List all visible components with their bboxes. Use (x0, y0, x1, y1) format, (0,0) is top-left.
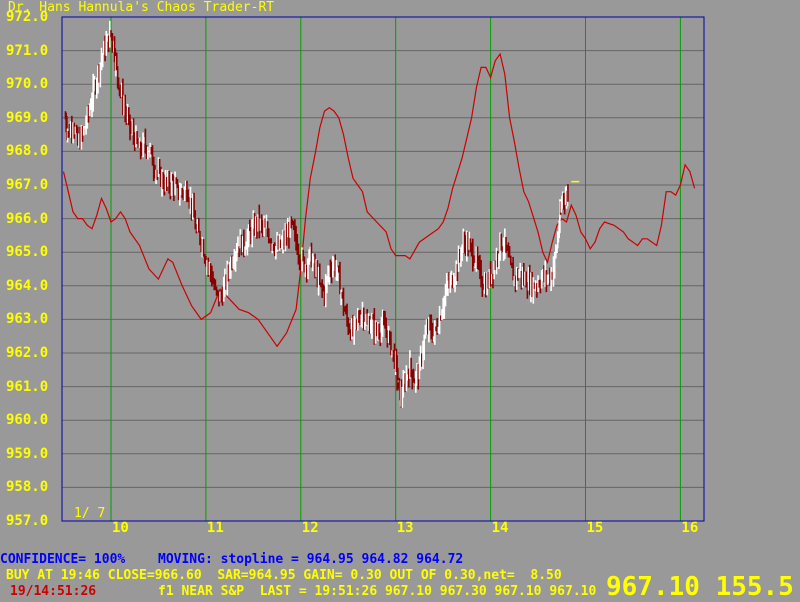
x-tick-label: 12 (301, 520, 319, 536)
y-tick-label: 966.0 (6, 210, 49, 227)
y-tick-label: 958.0 (6, 479, 49, 496)
y-tick-label: 972.0 (6, 9, 49, 25)
y-tick-label: 964.0 (6, 277, 49, 294)
clock-readout: 19/14:51:26 (10, 584, 97, 599)
y-tick-label: 971.0 (6, 42, 49, 59)
y-tick-label: 962.0 (6, 345, 49, 361)
big-price-readout: 967.10 155.5 (606, 572, 794, 602)
y-tick-label: 963.0 (6, 311, 49, 328)
page-indicator[interactable]: 1/ 7 (74, 507, 105, 521)
x-tick-label: 13 (396, 520, 414, 536)
x-tick-label: 14 (491, 520, 509, 536)
x-tick-label: 10 (112, 520, 129, 536)
y-tick-label: 970.0 (6, 76, 49, 93)
y-tick-label: 968.0 (6, 143, 49, 160)
confidence-status: CONFIDENCE= 100% (0, 552, 126, 567)
y-tick-label: 967.0 (6, 177, 49, 193)
price-chart (61, 16, 705, 522)
y-tick-label: 961.0 (6, 378, 49, 395)
x-tick-label: 11 (206, 520, 224, 536)
y-tick-label: 957.0 (6, 513, 49, 529)
cycle-forecast-line (62, 52, 696, 348)
x-tick-label: 16 (681, 520, 699, 536)
chart-frame (61, 16, 705, 522)
y-tick-label: 960.0 (6, 412, 49, 429)
moving-stopline-status: MOVING: stopline = 964.95 964.82 964.72 (158, 552, 464, 567)
trade-status: BUY AT 19:46 CLOSE=966.60 SAR=964.95 GAI… (6, 568, 562, 583)
y-tick-label: 959.0 (6, 445, 49, 462)
quote-line: f1 NEAR S&P LAST = 19:51:26 967.10 967.3… (158, 584, 597, 599)
x-tick-label: 15 (586, 520, 604, 536)
y-tick-label: 969.0 (6, 109, 49, 126)
y-tick-label: 965.0 (6, 244, 49, 261)
